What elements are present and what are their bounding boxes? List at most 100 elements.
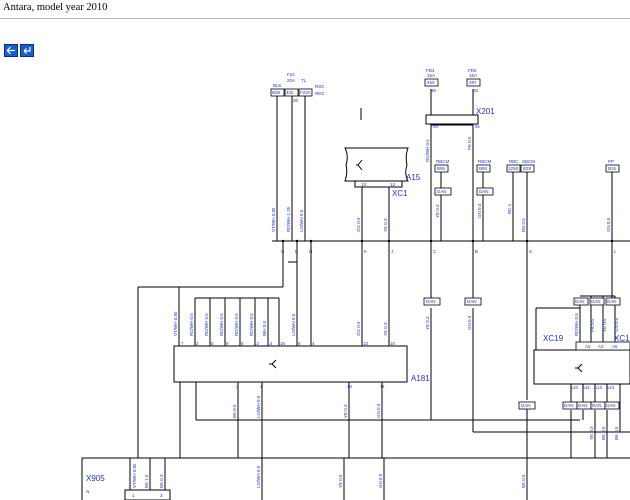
a181-pin: 1 [260,384,263,389]
xc19-pin: A5 [612,344,618,349]
wire-label: BN 0.5 [521,218,526,232]
splice-letter-b: B [475,249,478,254]
splice-letter-j: J [391,249,393,254]
dan-label-1: DAN [437,189,447,194]
wire-label: VT/WH 0.85 [132,463,137,488]
sbcm-box: B28 [523,166,532,171]
rbc-label: RBC [509,159,519,164]
wire-label: LG/WH 0.5 [256,465,261,488]
wire-label: RD/WH 0.5 [189,313,194,336]
a15-connector-label: XC1 [392,189,408,198]
dan-label-9: DAN [564,403,574,408]
blk-box: B08 [272,90,281,95]
rbcm-box: B95 [437,166,446,171]
f24-rating: 20A [287,78,295,83]
dan-label-3: DAN [426,299,436,304]
splice-letter-g: G [281,249,285,254]
fd4-pin: 30 [431,88,437,93]
rbc-box: 1258 [508,166,519,171]
a181-label: A181 [411,374,430,383]
dan-label-12: DAN [606,403,616,408]
a181-pin: 4 [312,341,315,346]
xc19-label: XC19 [543,334,564,343]
wire-label: YE 0.3 [343,404,348,418]
a181-pin: 9 [226,341,229,346]
wire-label: RD 1 [507,203,512,214]
fd4-box: 450 [427,80,435,85]
rsc-label: RSC [315,84,325,89]
wire-label: VT/WH 0.85 [271,207,276,232]
a181-module [173,345,408,383]
splice-letter-s: S [529,249,532,254]
wire-label: RD/WH 0.5 [204,313,209,336]
a181-pin: 8 [241,341,244,346]
x201-connector [425,114,479,125]
a181-pin: 14 [347,384,353,389]
tl-label: TL [301,78,307,83]
wire-label: PK 0.5 [590,318,595,332]
dan-label-5: DAN [575,299,585,304]
xc19-bottom-pin: A12 [594,385,603,390]
fd5-box: 397 [469,80,477,85]
a15-module [344,147,409,182]
a181-pin: 16 [280,341,286,346]
a181-pin: 13 [267,341,273,346]
wire-label: BK 0.5 [614,426,619,440]
wire-label: YE 0.5 [338,474,343,488]
wire-label: LG/WH 0.5 [256,395,261,418]
tl-box-sub: REC [315,91,325,96]
dan-label-10: DAN [578,403,588,408]
a181-pin: 6 [298,341,301,346]
a15-pin-left: 13 [361,182,367,187]
dan-label-7: DAN [607,299,617,304]
wire-label: OG 0.3 [356,321,361,336]
splice-letter-k: K [364,249,367,254]
wire-label: LG/WH 0.5 [291,313,296,336]
pp-box: B15 [608,166,617,171]
wire-label: YE 0.5 [602,318,607,332]
wire-label: RD/WH 0.5 [234,313,239,336]
f24-label: F24 [287,72,295,77]
wire-label: BK 0.5 [232,404,237,418]
a181-pin: 12 [254,341,260,346]
fd5-pin: 15 [473,88,479,93]
xc19-bottom-pin: A10 [570,385,579,390]
a181-pin: 7 [181,341,184,346]
wire-label: YE 0.3 [589,426,594,440]
wire-label: RD/WH 0.5 [574,313,579,336]
tl-box: F23A [300,90,311,95]
wire-label: GN 0.3 [477,203,482,218]
wire-label: RD/WH 0.5 [425,139,430,162]
xc19-pin: A2 [585,344,591,349]
wire-label: GN 0.3 [467,315,472,330]
xc19-pin: A3 [598,344,604,349]
wire-label: WH 0.5 [262,320,267,336]
wire-label: BK 0.5 [601,426,606,440]
wire-label: VT/WH 0.85 [173,311,178,336]
dan-label-6: DAN [591,299,601,304]
f24-pin: 20 [293,98,299,103]
x201-pin-left: 90 [433,124,439,129]
wire-label: GN 0.5 [378,473,383,488]
wire-label: RD/WH 1.35 [286,206,291,232]
wire-label: YE 0.3 [425,316,430,330]
xc19-module [533,349,630,385]
pp-label: PP [608,159,614,164]
splice-letter-l: L [614,249,617,254]
blk-label: BLK [273,83,282,88]
x905-pin: N [86,489,89,494]
x905-label: X905 [86,474,105,483]
wire-label: GN 0.3 [376,403,381,418]
wire-label: PK 0.5 [467,136,472,150]
fd5-rating: 15A [469,73,477,78]
dan-label-8: DAN [521,403,531,408]
a181-pin: 2 [236,384,239,389]
wire-label: BK 1.5 [144,474,149,488]
wire-labels: VT/WH 0.85 RD/WH 1.35 LG/WH 0.5 OG 0.3 Y… [132,136,619,488]
wire-label: GN 0.5 [614,317,619,332]
wire-label: RD/WH 0.5 [219,313,224,336]
a181-pin: 5 [211,341,214,346]
rbcm2-label: RBCM [478,159,492,164]
splice-letter-c: C [433,249,437,254]
rbcm-label: RBCM [436,159,450,164]
